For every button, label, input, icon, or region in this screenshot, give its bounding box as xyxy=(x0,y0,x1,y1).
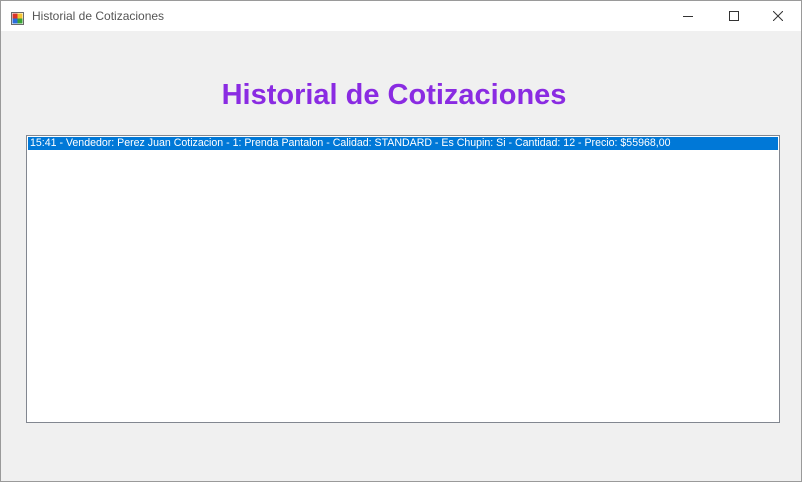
minimize-icon xyxy=(683,16,693,17)
page-title: Historial de Cotizaciones xyxy=(221,79,567,111)
window-title: Historial de Cotizaciones xyxy=(32,9,165,23)
app-window: Historial de Cotizaciones Historial de C… xyxy=(0,0,802,482)
history-listbox[interactable]: 15:41 - Vendedor: Perez Juan Cotizacion … xyxy=(26,135,780,423)
app-icon[interactable] xyxy=(11,10,24,25)
title-bar[interactable]: Historial de Cotizaciones xyxy=(1,1,801,31)
close-button[interactable] xyxy=(755,1,801,31)
minimize-button[interactable] xyxy=(665,1,711,31)
maximize-button[interactable] xyxy=(711,1,757,31)
close-icon xyxy=(773,11,783,21)
list-item[interactable]: 15:41 - Vendedor: Perez Juan Cotizacion … xyxy=(28,137,778,150)
maximize-icon xyxy=(729,11,739,21)
